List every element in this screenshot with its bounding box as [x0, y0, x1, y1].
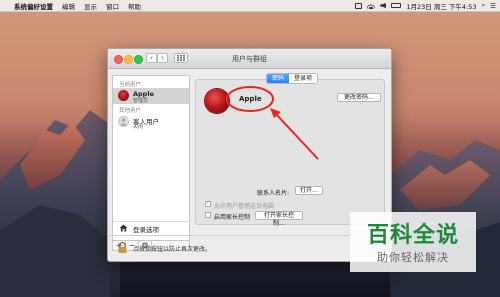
contact-card-label: 联系人名片: — [257, 190, 290, 197]
open-contact-button[interactable]: 打开… — [295, 186, 323, 195]
house-icon — [119, 224, 128, 232]
parental-controls-checkbox[interactable] — [205, 212, 211, 218]
watermark-title: 百科全说 — [366, 223, 459, 248]
guest-user-status: 关闭 — [133, 124, 144, 130]
allow-admin-checkbox[interactable] — [205, 199, 211, 207]
menu-view[interactable]: 显示 — [84, 1, 97, 11]
menu-list-icon[interactable]: ☰ — [490, 2, 496, 10]
allow-admin-label: 允许用户管理这台电脑 — [214, 203, 275, 210]
airplay-icon[interactable] — [355, 2, 363, 9]
parental-controls-label: 启用家长控制 — [214, 214, 251, 221]
volume-icon[interactable] — [380, 2, 387, 9]
user-avatar — [118, 90, 129, 101]
user-picture[interactable] — [205, 89, 229, 113]
user-tabs: 密码 登录项 — [266, 73, 319, 84]
current-users-header: 当前用户 — [119, 82, 142, 88]
title-bar: ‹ › 用户与群组 — [108, 49, 391, 69]
user-full-name: Apple — [239, 95, 262, 103]
login-options-item[interactable]: 登录选项 — [113, 221, 189, 234]
watermark-logo: 百科全说 助你轻松解决 — [350, 212, 476, 272]
user-item-apple[interactable]: Apple 管理员 — [113, 88, 189, 104]
menu-help[interactable]: 帮助 — [128, 1, 141, 11]
user-item-role: 管理员 — [133, 98, 149, 104]
lock-hint-text: 点按锁按钮以防止再次更改。 — [133, 246, 212, 253]
menu-edit[interactable]: 编辑 — [62, 1, 75, 11]
menu-window[interactable]: 窗口 — [106, 1, 119, 11]
login-options-label: 登录选项 — [133, 226, 159, 234]
search-icon[interactable]: ⌕ — [482, 1, 486, 10]
menu-app-name[interactable]: 系统偏好设置 — [14, 1, 53, 11]
lock-icon[interactable] — [118, 242, 127, 253]
battery-icon[interactable] — [391, 3, 402, 8]
guest-avatar-icon — [118, 116, 129, 127]
status-tray: 1月23日 周三 下午4:53 ⌕ ☰ — [355, 0, 496, 11]
menubar-clock[interactable]: 1月23日 周三 下午4:53 — [406, 1, 476, 11]
user-item-guest[interactable]: 客人用户 关闭 — [113, 114, 189, 130]
change-password-button[interactable]: 更改密码… — [337, 93, 381, 102]
menu-bar: 系统偏好设置 编辑 显示 窗口 帮助 1月23日 周三 下午4:53 ⌕ ☰ — [0, 0, 500, 12]
tab-login-items[interactable]: 登录项 — [289, 74, 317, 83]
lock-bar: 点按锁按钮以防止再次更改。 — [108, 235, 391, 261]
watermark-subtitle: 助你轻松解决 — [377, 251, 449, 264]
other-users-header: 其他用户 — [119, 108, 142, 114]
users-sidebar: 当前用户 Apple 管理员 其他用户 客人用户 关闭 登录选项 — [112, 75, 190, 241]
wifi-icon[interactable] — [367, 2, 376, 9]
window-title: 用户与群组 — [232, 55, 267, 63]
tab-password[interactable]: 密码 — [267, 74, 290, 83]
open-parental-controls-button[interactable]: 打开家长控制… — [255, 211, 303, 227]
